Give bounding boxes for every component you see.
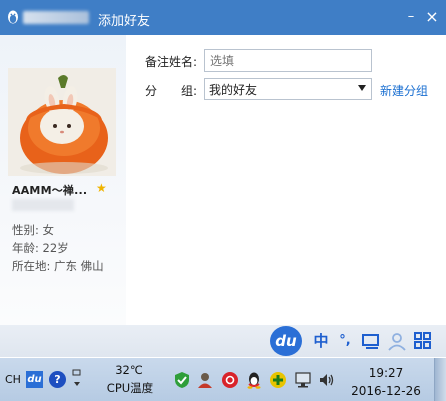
dialog-body: AAMM～禅... ★ 性别: 女 年龄: 22岁 所在地: 广东 佛山 备注姓…: [0, 35, 446, 325]
volume-icon[interactable]: [317, 371, 335, 389]
ime-toolbar: du 中 °,: [0, 325, 446, 357]
clock-date[interactable]: 2016-12-26: [348, 384, 424, 398]
ime-punctuation[interactable]: °,: [334, 330, 356, 352]
taskbar: CH du ? 32℃ CPU温度 19:27 2016-12-26: [0, 357, 446, 401]
options-arrows-icon[interactable]: [70, 367, 84, 391]
note-name-label: 备注姓名:: [145, 55, 198, 69]
minimize-button[interactable]: –: [403, 9, 419, 25]
account-number-blurred: [12, 199, 74, 211]
baidu-ime-logo[interactable]: du: [270, 326, 302, 356]
clock-time[interactable]: 19:27: [364, 366, 408, 380]
account-name-blurred: [23, 11, 89, 24]
group-select-value: 我的好友: [209, 83, 258, 97]
title-bar[interactable]: 添加好友 – ×: [0, 0, 446, 35]
avatar: [8, 68, 116, 176]
show-desktop-button[interactable]: [434, 358, 446, 401]
gender-info: 性别: 女: [12, 223, 55, 237]
help-icon[interactable]: ?: [49, 371, 66, 388]
baidu-tray-icon[interactable]: du: [26, 371, 43, 388]
profile-panel: AAMM～禅... ★ 性别: 女 年龄: 22岁 所在地: 广东 佛山: [0, 35, 126, 325]
security-shield-icon[interactable]: [173, 371, 191, 389]
qq-penguin-icon: [8, 10, 18, 24]
star-icon[interactable]: ★: [96, 181, 107, 195]
ime-chinese-mode[interactable]: 中: [310, 330, 332, 352]
age-info: 年龄: 22岁: [12, 241, 69, 255]
netease-music-icon[interactable]: [221, 371, 239, 389]
bunny-in-orange-image: [8, 68, 116, 176]
dropdown-arrow-icon: [358, 85, 366, 91]
nickname: AAMM～禅...: [12, 184, 88, 197]
location-info: 所在地: 广东 佛山: [12, 259, 104, 273]
grid-icon[interactable]: [412, 330, 434, 352]
update-plus-icon[interactable]: [269, 371, 287, 389]
new-group-link[interactable]: 新建分组: [380, 82, 428, 99]
group-label-part1: 分: [145, 84, 158, 98]
cpu-temperature-value: 32℃: [115, 363, 143, 377]
network-icon[interactable]: [294, 371, 312, 389]
note-name-input[interactable]: [204, 49, 372, 72]
qq-tray-icon[interactable]: [245, 371, 263, 389]
language-indicator[interactable]: CH: [5, 373, 21, 386]
user-manager-icon[interactable]: [196, 371, 214, 389]
cpu-temperature-label: CPU温度: [106, 381, 154, 395]
user-icon[interactable]: [386, 330, 408, 352]
group-select[interactable]: 我的好友: [204, 78, 372, 100]
keyboard-icon[interactable]: [360, 330, 382, 352]
group-label-part2: 组:: [181, 84, 198, 98]
add-friend-window: 添加好友 – × AAMM～禅... ★ 性别: 女 年龄: 22岁 所在地: …: [0, 0, 446, 401]
window-title: 添加好友: [98, 14, 151, 29]
close-button[interactable]: ×: [424, 9, 440, 25]
